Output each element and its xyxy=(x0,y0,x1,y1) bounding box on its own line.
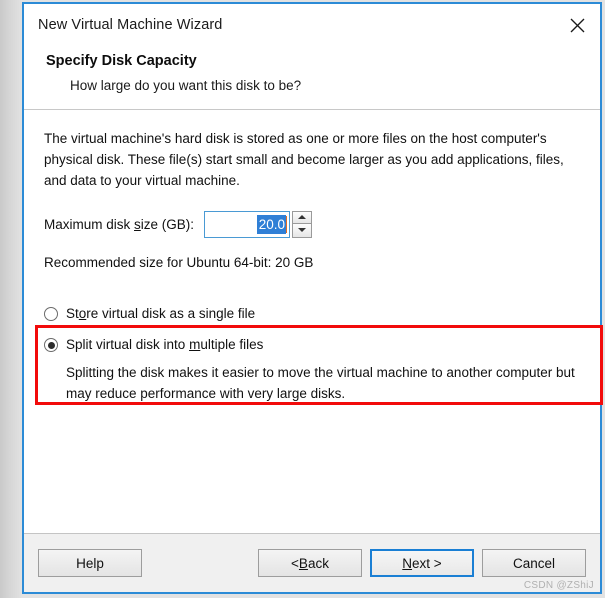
title-bar: New Virtual Machine Wizard xyxy=(24,4,600,46)
radio-icon-checked xyxy=(44,338,58,352)
disk-size-label-before: Maximum disk xyxy=(44,216,135,232)
disk-size-label-after: ize (GB): xyxy=(140,216,195,232)
radio-label-single-file: Store virtual disk as a single file xyxy=(66,304,255,324)
next-button[interactable]: Next > xyxy=(370,549,474,577)
cancel-button[interactable]: Cancel xyxy=(482,549,586,577)
disk-size-label: Maximum disk size (GB): xyxy=(44,217,194,232)
next-label-after: ext > xyxy=(412,555,442,571)
page-title: Specify Disk Capacity xyxy=(46,53,197,69)
close-button[interactable] xyxy=(554,4,600,46)
disk-size-input[interactable]: 20.0 xyxy=(204,210,291,238)
close-icon xyxy=(570,18,585,33)
next-label-accel: N xyxy=(402,555,413,571)
disk-size-stepper[interactable]: 20.0 xyxy=(204,210,313,238)
wizard-footer: Help < Back Next > Cancel CSDN @ZShiJ xyxy=(24,533,600,592)
disk-size-value: 20.0 xyxy=(256,214,287,234)
disk-size-row: Maximum disk size (GB): 20.0 xyxy=(44,209,580,239)
single-file-label-before: St xyxy=(66,306,79,321)
multiple-files-label-before: Split virtual disk into xyxy=(66,337,190,352)
wizard-body: The virtual machine's hard disk is store… xyxy=(24,110,603,533)
stepper-buttons xyxy=(292,210,313,238)
window-title: New Virtual Machine Wizard xyxy=(38,17,223,33)
stepper-up-button[interactable] xyxy=(292,210,313,224)
text-caret xyxy=(286,215,288,233)
recommended-size-text: Recommended size for Ubuntu 64-bit: 20 G… xyxy=(44,255,314,270)
help-button[interactable]: Help xyxy=(38,549,142,577)
spinner-up-icon xyxy=(298,215,307,220)
new-virtual-machine-wizard-window: New Virtual Machine Wizard Specify Disk … xyxy=(22,2,603,594)
single-file-label-after: re virtual disk as a single file xyxy=(86,306,256,321)
radio-option-single-file[interactable]: Store virtual disk as a single file xyxy=(44,304,580,326)
radio-label-multiple-files: Split virtual disk into multiple files xyxy=(66,335,263,355)
back-label-after: ack xyxy=(307,555,329,571)
back-button[interactable]: < Back xyxy=(258,549,362,577)
split-option-description: Splitting the disk makes it easier to mo… xyxy=(66,365,575,401)
disk-storage-options: Store virtual disk as a single file Spli… xyxy=(35,304,603,405)
multiple-files-label-accel: m xyxy=(189,337,201,352)
stepper-down-button[interactable] xyxy=(292,224,313,238)
radio-option-multiple-files[interactable]: Split virtual disk into multiple files xyxy=(44,335,580,357)
spinner-down-icon xyxy=(298,228,307,233)
wizard-header: Specify Disk Capacity How large do you w… xyxy=(24,46,600,110)
page-subtitle: How large do you want this disk to be? xyxy=(70,78,302,93)
disk-size-label-accel: s xyxy=(134,216,141,232)
back-label-before: < xyxy=(291,555,299,571)
radio-icon-unchecked xyxy=(44,307,58,321)
multiple-files-label-after: ultiple files xyxy=(200,337,264,352)
back-label-accel: B xyxy=(298,555,308,571)
watermark-text: CSDN @ZShiJ xyxy=(523,580,594,591)
description-text: The virtual machine's hard disk is store… xyxy=(44,131,564,188)
